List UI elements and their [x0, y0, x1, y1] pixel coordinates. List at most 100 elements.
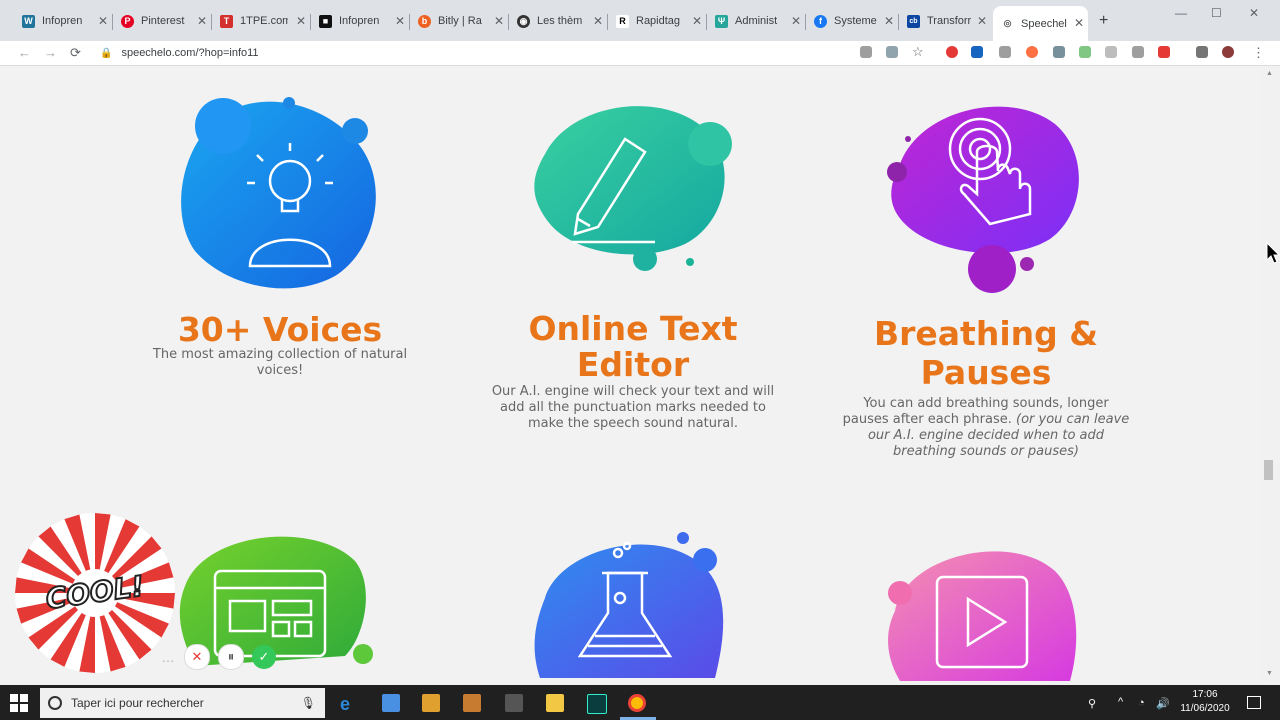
address-bar[interactable]: 🔒 speechelo.com/?hop=info11 [100, 43, 880, 63]
cancel-icon[interactable]: ✕ [184, 644, 210, 670]
close-tab-icon[interactable]: ✕ [395, 14, 405, 28]
lightbulb-person-icon [181, 97, 376, 289]
taskbar-search[interactable]: Taper ici pour rechercher 🎙 [40, 688, 325, 718]
tray-expand-icon[interactable]: ^ [1118, 696, 1123, 708]
tab-title: Transforr [927, 15, 972, 27]
scroll-down-icon[interactable]: ▼ [1266, 670, 1273, 677]
calculator-icon[interactable] [505, 694, 523, 712]
tab-title: Infopren [339, 15, 380, 27]
cortana-icon [48, 696, 62, 710]
extension-icon[interactable] [1026, 46, 1038, 58]
tab-5[interactable]: b Bitly | Ra ✕ [410, 8, 508, 34]
pause-icon[interactable]: ⏸ [218, 644, 244, 670]
tab-active[interactable]: ◎ Speechel ✕ [993, 6, 1088, 41]
feature-text-editor: Online Text Editor Our A.I. engine will … [483, 311, 783, 432]
extension-icon[interactable] [1053, 46, 1065, 58]
folder-icon[interactable] [546, 694, 564, 712]
volume-icon[interactable]: 🔊 [1156, 697, 1170, 710]
tab-8[interactable]: Ψ Administ ✕ [707, 8, 805, 34]
tab-title: Systeme [834, 15, 877, 27]
touch-hand-icon [887, 106, 1079, 293]
feature-breathing: Breathing & Pauses You can add breathing… [840, 314, 1132, 460]
minimize-icon[interactable]: — [1175, 6, 1187, 20]
tab-3[interactable]: T 1TPE.com ✕ [212, 8, 310, 34]
bitly-icon: b [418, 14, 431, 28]
tab-9[interactable]: f Systeme ✕ [806, 8, 898, 34]
tab-2[interactable]: P Pinterest ✕ [113, 8, 211, 34]
app-icon[interactable] [463, 694, 481, 712]
feature-title: Editor [576, 345, 690, 384]
menu-icon[interactable]: ⋮ [1252, 45, 1265, 61]
tab-10[interactable]: cb Transforr ✕ [899, 8, 991, 34]
feature-title: Online Text [528, 309, 738, 348]
editor-icon[interactable] [587, 694, 607, 714]
wordpress-icon: W [22, 14, 35, 28]
new-tab-button[interactable]: + [1099, 12, 1108, 30]
lock-icon: 🔒 [100, 47, 113, 59]
media-icon[interactable] [422, 694, 440, 712]
tab-6[interactable]: ◉ Les thèm ✕ [509, 8, 607, 34]
feature-voices: 30+ Voices The most amazing collection o… [130, 312, 430, 379]
close-window-icon[interactable]: ✕ [1249, 6, 1259, 20]
close-tab-icon[interactable]: ✕ [1074, 16, 1084, 30]
extension-icon[interactable] [946, 46, 958, 58]
vertical-scrollbar[interactable]: ▲ ▼ [1262, 66, 1280, 682]
close-tab-icon[interactable]: ✕ [593, 14, 603, 28]
feature-description: The most amazing collection of natural v… [152, 347, 408, 378]
clickbank-icon: cb [907, 14, 920, 28]
feature-title: Breathing & [873, 314, 1099, 353]
maximize-icon[interactable]: ☐ [1211, 6, 1222, 20]
network-icon[interactable]: ◔ [1138, 697, 1145, 709]
video-controls: … ✕ ⏸ ✓ [160, 644, 276, 670]
feature-title: Pauses [920, 353, 1052, 392]
tab-title: Rapidtag [636, 15, 681, 27]
microphone-icon[interactable]: 🎙 [301, 696, 316, 710]
extension-icon[interactable] [999, 46, 1011, 58]
play-icon [888, 551, 1077, 681]
translate-icon[interactable] [886, 46, 898, 58]
extension-icon[interactable] [971, 46, 983, 58]
extension-icon[interactable] [1105, 46, 1117, 58]
more-icon[interactable]: … [160, 645, 176, 669]
close-tab-icon[interactable]: ✕ [296, 14, 306, 28]
close-tab-icon[interactable]: ✕ [692, 14, 702, 28]
close-tab-icon[interactable]: ✕ [884, 14, 894, 28]
edge-icon[interactable]: e [340, 694, 358, 714]
flask-icon [534, 532, 724, 678]
camera-blocked-icon[interactable] [860, 46, 872, 58]
close-tab-icon[interactable]: ✕ [98, 14, 108, 28]
share-icon[interactable] [1079, 46, 1091, 58]
page-content: 30+ Voices The most amazing collection o… [0, 66, 1262, 682]
feature-description: You can add breathing sounds, longer pau… [840, 396, 1132, 460]
reload-icon[interactable]: ⟳ [70, 45, 81, 61]
tab-4[interactable]: ■ Infopren ✕ [311, 8, 409, 34]
avatar[interactable] [1222, 46, 1234, 58]
people-icon[interactable]: ⚲ [1088, 697, 1096, 710]
close-tab-icon[interactable]: ✕ [977, 14, 987, 28]
themes-icon: ◉ [517, 14, 530, 28]
store-icon[interactable] [382, 694, 400, 712]
close-tab-icon[interactable]: ✕ [197, 14, 207, 28]
close-tab-icon[interactable]: ✕ [791, 14, 801, 28]
confirm-icon[interactable]: ✓ [252, 645, 276, 669]
forward-icon[interactable]: → [44, 45, 57, 60]
scroll-up-icon[interactable]: ▲ [1266, 70, 1273, 77]
tab-7[interactable]: R Rapidtag ✕ [608, 8, 706, 34]
playlist-icon[interactable] [1196, 46, 1208, 58]
scrollbar-thumb[interactable] [1264, 460, 1273, 480]
download-icon[interactable] [1158, 46, 1170, 58]
tab-title: Speechel [1021, 17, 1067, 30]
chrome-icon[interactable] [628, 694, 646, 712]
back-icon[interactable]: ← [18, 45, 31, 60]
tab-title: Bitly | Ra [438, 15, 482, 27]
clock-time: 17:06 [1192, 689, 1218, 700]
close-tab-icon[interactable]: ✕ [494, 14, 504, 28]
star-icon[interactable]: ☆ [912, 44, 924, 60]
extension-icon[interactable] [1132, 46, 1144, 58]
windows-start-icon[interactable] [10, 694, 28, 712]
clock[interactable]: 17:06 11/06/2020 [1170, 688, 1240, 716]
tab-1[interactable]: W Infopren ✕ [14, 8, 112, 34]
url-text: speechelo.com/?hop=info11 [121, 47, 259, 59]
notification-icon[interactable] [1247, 696, 1261, 709]
globe-icon: ◎ [1001, 17, 1014, 30]
